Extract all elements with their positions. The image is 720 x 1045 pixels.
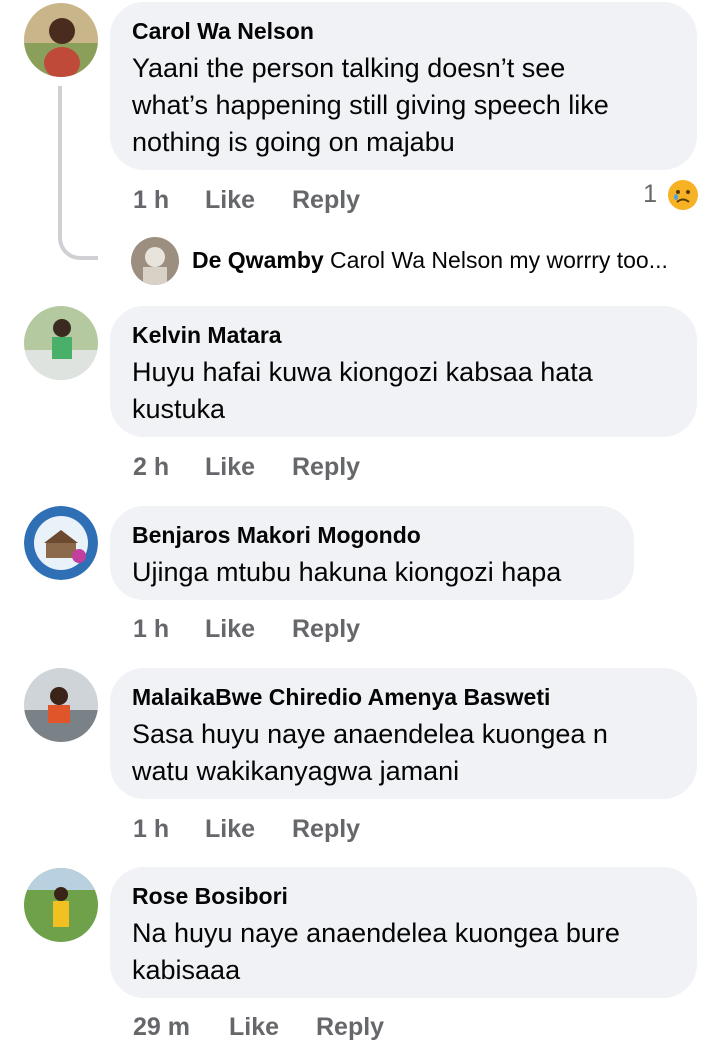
avatar[interactable] xyxy=(24,3,98,77)
comment-text: Huyu hafai kuwa kiongozi kabsaa hata kus… xyxy=(132,357,593,424)
commenter-name[interactable]: Carol Wa Nelson xyxy=(132,16,675,46)
comment-bubble: Carol Wa Nelson Yaani the person talking… xyxy=(110,2,697,170)
comment-bubble: Benjaros Makori Mogondo Ujinga mtubu hak… xyxy=(110,506,634,600)
commenter-name[interactable]: MalaikaBwe Chiredio Amenya Basweti xyxy=(132,682,675,712)
reply-button[interactable]: Reply xyxy=(316,1013,384,1042)
reply-preview-text: De Qwamby Carol Wa Nelson my worrry too.… xyxy=(192,247,668,274)
comment-text: Ujinga mtubu hakuna kiongozi hapa xyxy=(132,557,562,587)
avatar[interactable] xyxy=(24,506,98,580)
timestamp[interactable]: 1 h xyxy=(133,815,169,844)
like-button[interactable]: Like xyxy=(205,453,255,482)
timestamp[interactable]: 2 h xyxy=(133,453,169,482)
reply-author-name[interactable]: De Qwamby xyxy=(192,247,324,273)
reply-button[interactable]: Reply xyxy=(292,615,360,644)
comment-text: Na huyu naye anaendelea kuongea bure kab… xyxy=(132,918,620,985)
reply-snippet: Carol Wa Nelson my worrry too... xyxy=(330,247,668,273)
timestamp[interactable]: 1 h xyxy=(133,186,169,215)
comment-text: Yaani the person talking doesn’t see wha… xyxy=(132,53,609,157)
reply-button[interactable]: Reply xyxy=(292,453,360,482)
reply-preview[interactable]: De Qwamby Carol Wa Nelson my worrry too.… xyxy=(131,237,711,287)
timestamp[interactable]: 29 m xyxy=(133,1013,190,1042)
avatar[interactable] xyxy=(24,306,98,380)
comment-bubble: Rose Bosibori Na huyu naye anaendelea ku… xyxy=(110,867,697,998)
sad-face-icon xyxy=(668,180,698,211)
avatar[interactable] xyxy=(24,868,98,942)
commenter-name[interactable]: Kelvin Matara xyxy=(132,320,675,350)
commenter-name[interactable]: Rose Bosibori xyxy=(132,881,675,911)
like-button[interactable]: Like xyxy=(205,615,255,644)
like-button[interactable]: Like xyxy=(205,815,255,844)
comment-bubble: MalaikaBwe Chiredio Amenya Basweti Sasa … xyxy=(110,668,697,799)
avatar[interactable] xyxy=(131,237,179,285)
reaction-count: 1 xyxy=(643,180,658,208)
reply-button[interactable]: Reply xyxy=(292,815,360,844)
thread-connector xyxy=(58,86,98,260)
comment-bubble: Kelvin Matara Huyu hafai kuwa kiongozi k… xyxy=(110,306,697,437)
timestamp[interactable]: 1 h xyxy=(133,615,169,644)
commenter-name[interactable]: Benjaros Makori Mogondo xyxy=(132,520,612,550)
reaction-summary[interactable]: 1 xyxy=(643,180,698,211)
avatar[interactable] xyxy=(24,668,98,742)
comment-text: Sasa huyu naye anaendelea kuongea n watu… xyxy=(132,719,608,786)
like-button[interactable]: Like xyxy=(205,186,255,215)
reply-button[interactable]: Reply xyxy=(292,186,360,215)
like-button[interactable]: Like xyxy=(229,1013,279,1042)
